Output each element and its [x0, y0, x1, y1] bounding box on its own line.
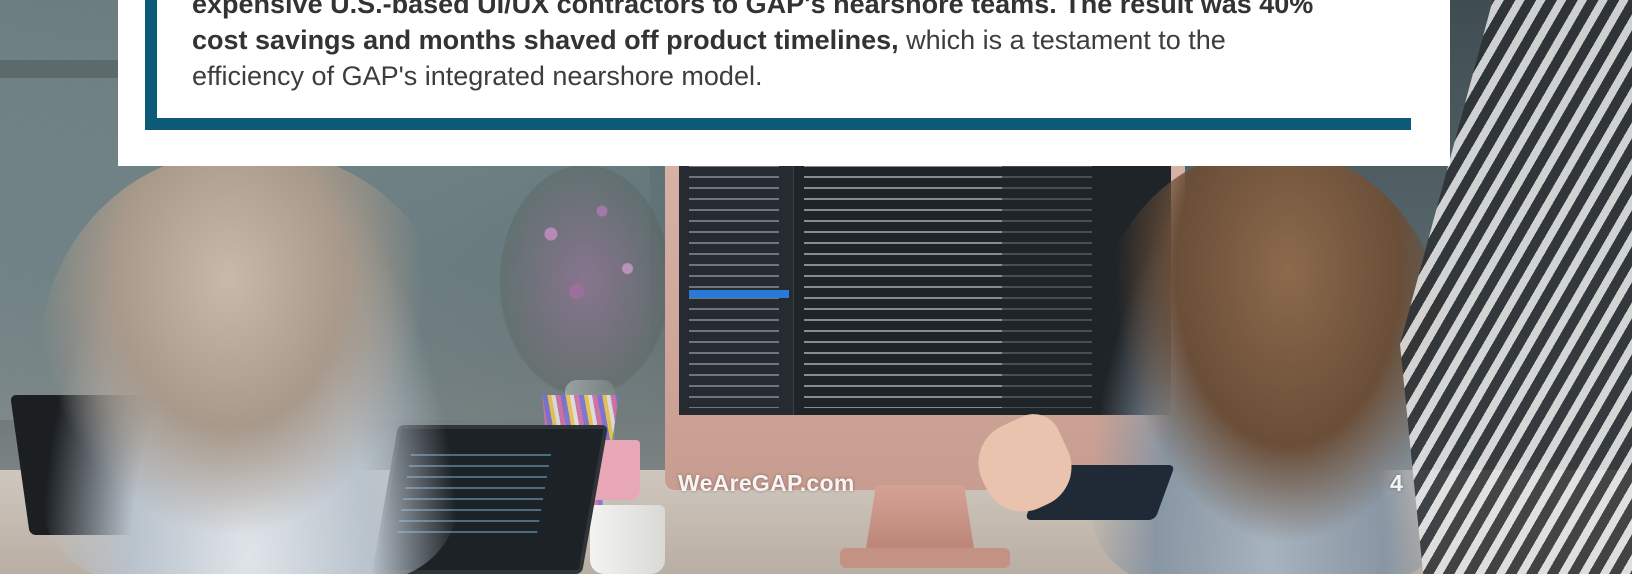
callout-text: expensive U.S.-based UI/UX contractors t… [192, 0, 1422, 94]
footer-url: WeAreGAP.com [678, 470, 855, 496]
callout-line-3-text: efficiency of GAP's integrated nearshore… [192, 61, 763, 91]
file-tree-lines [689, 138, 779, 408]
callout-accent-bottom [145, 118, 1411, 130]
callout-line-1: expensive U.S.-based UI/UX contractors t… [192, 0, 1422, 22]
callout-line-2-bold: cost savings and months shaved off produ… [192, 25, 899, 55]
flower-bouquet [500, 165, 670, 395]
page-number: 4 [1390, 470, 1403, 496]
callout-line-3: efficiency of GAP's integrated nearshore… [192, 58, 1422, 94]
callout-accent-left [145, 0, 157, 130]
white-mug [590, 505, 665, 574]
shelf [0, 60, 130, 78]
code-editor-file-tree [679, 130, 794, 415]
callout-line-2-normal: which is a testament to the [898, 25, 1226, 55]
monitor-stand [865, 485, 975, 555]
callout-line-1-text: expensive U.S.-based UI/UX contractors t… [192, 0, 1314, 19]
callout-line-2: cost savings and months shaved off produ… [192, 22, 1422, 58]
monitor-stand-base [840, 548, 1010, 568]
person-left [40, 150, 460, 574]
file-tree-selection [689, 290, 789, 298]
